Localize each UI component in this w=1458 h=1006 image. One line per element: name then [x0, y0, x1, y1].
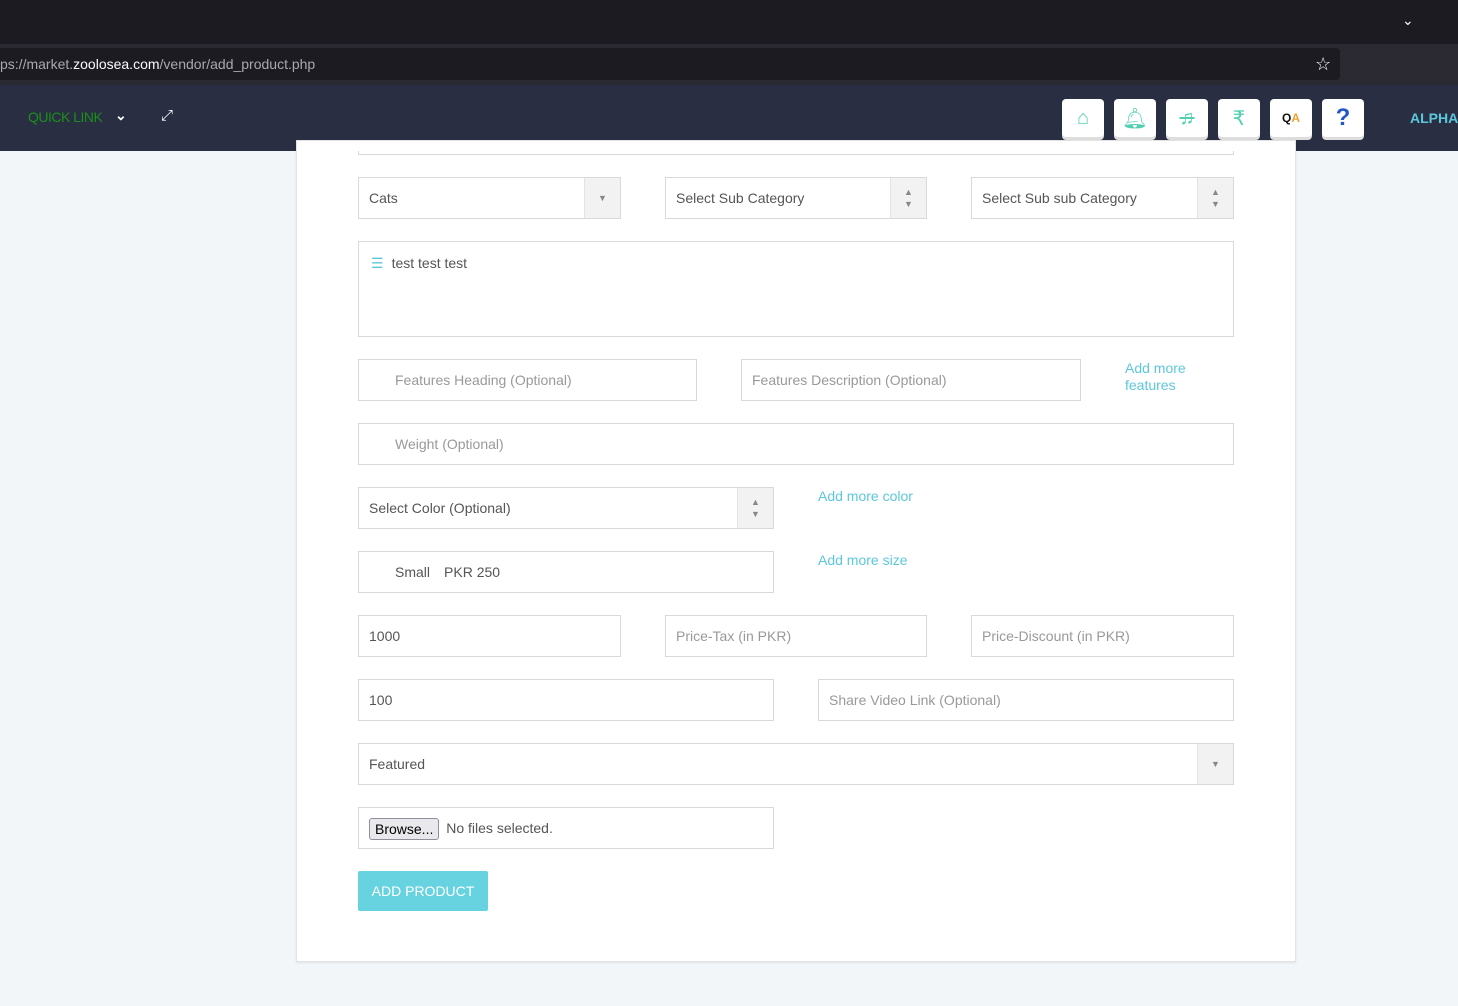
sub-sub-category-select[interactable]: Select Sub sub Category ▲ ▼ — [971, 177, 1234, 219]
features-description-input[interactable]: Features Description (Optional) — [741, 359, 1081, 401]
dropdown-arrow-icon: ▼ — [1197, 744, 1233, 784]
home-button[interactable]: ⌂ — [1062, 99, 1104, 137]
price-input[interactable]: 1000 — [358, 615, 621, 657]
category-select[interactable]: Cats ▼ — [358, 177, 621, 219]
help-button[interactable]: ? — [1322, 99, 1364, 137]
previous-field-edge — [358, 151, 1234, 155]
notifications-off-button[interactable]: ♫ — [1166, 99, 1208, 137]
fullscreen-icon[interactable]: ⤢ — [161, 107, 173, 124]
bell-off-icon: ♫ — [1179, 106, 1195, 129]
bookmark-star-icon[interactable]: ☆ — [1315, 48, 1331, 80]
file-input[interactable]: Browse... No files selected. — [358, 807, 774, 849]
sub-category-select[interactable]: Select Sub Category ▲ ▼ — [665, 177, 927, 219]
dropdown-arrow-icon: ▼ — [584, 178, 620, 218]
browser-title-bar: ⌄ — [0, 0, 1458, 44]
features-heading-input[interactable]: Features Heading (Optional) — [358, 359, 697, 401]
add-more-features-link[interactable]: Add more features — [1125, 360, 1205, 394]
qa-button[interactable]: QA — [1270, 99, 1312, 137]
help-icon: ? — [1335, 104, 1351, 131]
home-icon: ⌂ — [1076, 106, 1090, 129]
spinner-arrows-icon: ▲ ▼ — [1197, 178, 1233, 218]
spinner-arrows-icon: ▲ ▼ — [890, 178, 926, 218]
price-discount-input[interactable]: Price-Discount (in PKR) — [971, 615, 1234, 657]
size-field[interactable]: Small PKR 250 — [358, 551, 774, 593]
add-more-color-link[interactable]: Add more color — [818, 488, 913, 505]
chevron-down-icon[interactable]: ⌄ — [1402, 12, 1414, 29]
payments-button[interactable]: ₹ — [1218, 99, 1260, 137]
featured-select[interactable]: Featured ▼ — [358, 743, 1234, 785]
chevron-down-icon[interactable]: ⌄ — [115, 107, 127, 124]
weight-input[interactable]: Weight (Optional) — [358, 423, 1234, 465]
add-more-size-link[interactable]: Add more size — [818, 552, 907, 569]
color-select[interactable]: Select Color (Optional) ▲ ▼ — [358, 487, 774, 529]
user-name[interactable]: ALPHA — [1410, 110, 1458, 126]
price-tax-input[interactable]: Price-Tax (in PKR) — [665, 615, 927, 657]
quick-link-menu[interactable]: QUICK LINK — [28, 109, 103, 125]
rupee-icon: ₹ — [1232, 107, 1246, 130]
spinner-arrows-icon: ▲ ▼ — [737, 488, 773, 528]
video-link-input[interactable]: Share Video Link (Optional) — [818, 679, 1234, 721]
browse-button[interactable]: Browse... — [369, 818, 440, 841]
url-bar[interactable]: ps://market.zoolosea.com/vendor/add_prod… — [0, 48, 1340, 80]
notifications-button[interactable]: 🔔︎ — [1114, 99, 1156, 137]
qa-icon: QA — [1281, 111, 1300, 125]
stock-input[interactable]: 100 — [358, 679, 774, 721]
description-textarea[interactable]: ☰ test test test — [358, 241, 1234, 337]
list-icon: ☰ — [371, 255, 384, 271]
bell-icon: 🔔︎ — [1122, 107, 1148, 130]
add-product-button[interactable]: ADD PRODUCT — [358, 871, 488, 911]
